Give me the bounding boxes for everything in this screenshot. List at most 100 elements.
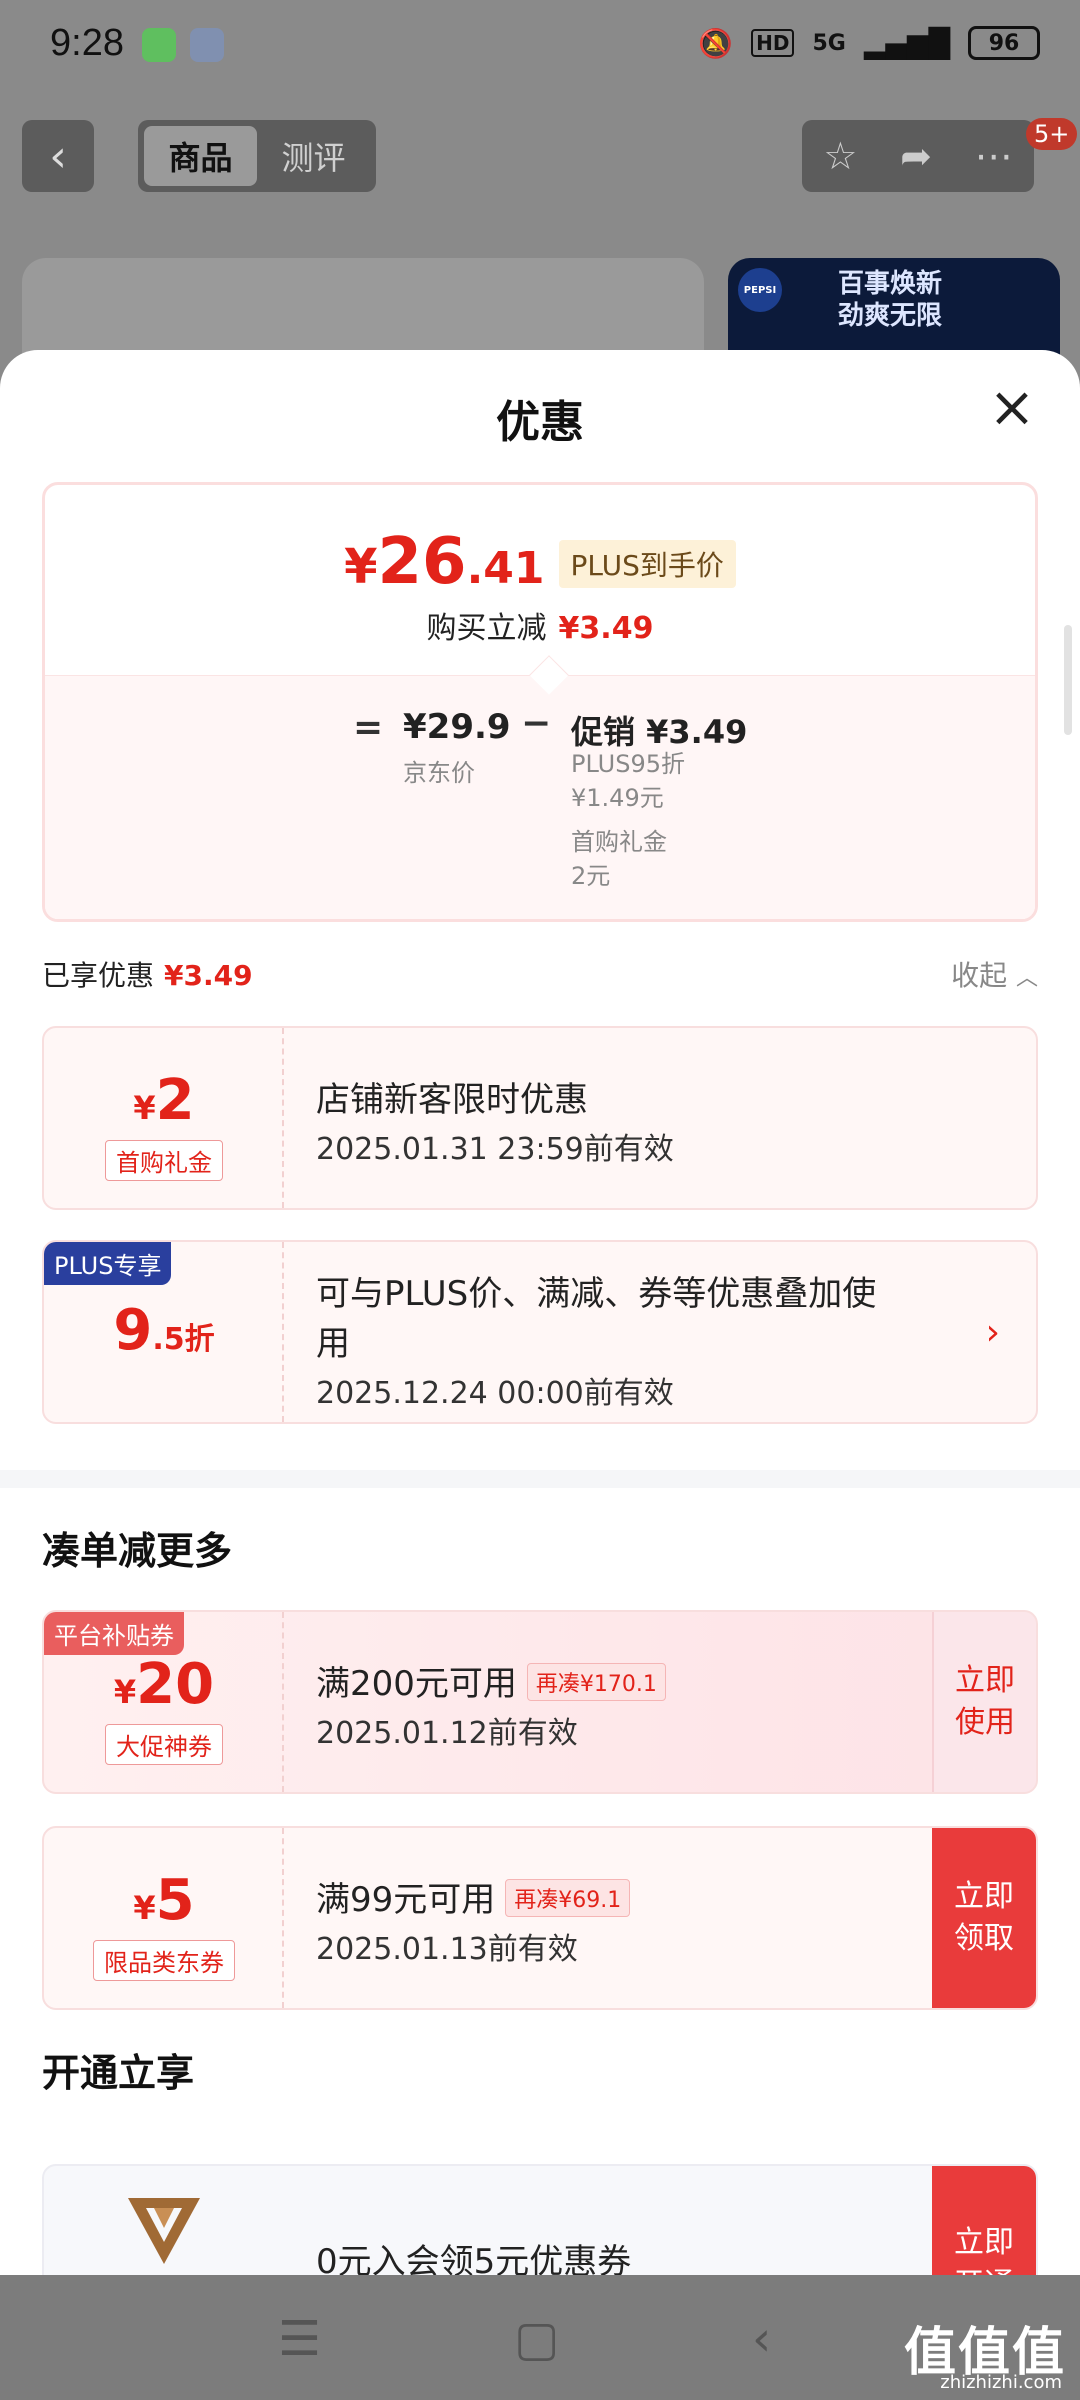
coupon-title: 满200元可用 再凑¥170.1 xyxy=(316,1656,666,1705)
promo-line: 首购礼金 xyxy=(571,828,667,856)
status-time: 9:28 xyxy=(50,22,124,64)
chevron-up-icon: ︿ xyxy=(1015,966,1038,991)
wechat-icon xyxy=(142,28,176,62)
enjoyed-label: 已享优惠 xyxy=(42,959,155,992)
final-price: ¥ 26 .41 PLUS到手价 xyxy=(45,525,1035,599)
pepsi-logo-icon: PEPSI xyxy=(738,268,782,312)
coupon-currency: ¥ xyxy=(133,1089,156,1127)
coupon-tag: 大促神券 xyxy=(105,1724,223,1765)
jd-price-label: 京东价 xyxy=(403,759,475,787)
action-line-2: 使用 xyxy=(955,1705,1015,1740)
coupon-number: 20 xyxy=(136,1652,215,1717)
coupon-left: ¥5 限品类东券 xyxy=(44,1828,284,2008)
coupon-date: 2025.01.31 23:59前有效 xyxy=(316,1132,674,1167)
segment-tabs: 商品 测评 xyxy=(138,120,376,192)
tab-review[interactable]: 测评 xyxy=(257,126,370,186)
coupon-date: 2025.12.24 00:00前有效 xyxy=(316,1376,674,1411)
close-icon[interactable]: × xyxy=(984,380,1040,436)
coupon-number: 2 xyxy=(155,1068,195,1133)
chevron-right-icon: › xyxy=(985,1312,1000,1353)
reduce-value: ¥3.49 xyxy=(558,611,654,646)
notification-badge: 5+ xyxy=(1026,118,1078,150)
banner-line-2: 劲爽无限 xyxy=(838,301,943,331)
section-more-heading: 凑单减更多 xyxy=(42,1529,233,1573)
coupon-tag-wrap: 限品类东券 xyxy=(44,1940,284,1981)
coupon-amount: ¥20 xyxy=(44,1652,284,1717)
promo-line: 2元 xyxy=(571,862,611,890)
share-icon[interactable]: ➦ xyxy=(900,134,932,178)
vip-logo-icon xyxy=(128,2198,200,2264)
use-now-button[interactable]: 立即 使用 xyxy=(932,1612,1036,1792)
section-open-heading: 开通立享 xyxy=(42,2051,195,2095)
platform-subsidy-tag: 平台补贴券 xyxy=(44,1612,184,1655)
claim-now-button[interactable]: 立即 领取 xyxy=(932,1828,1036,2008)
action-line-1: 立即 xyxy=(955,1663,1015,1698)
promo-line: PLUS95折 xyxy=(571,750,685,778)
coupon-currency: ¥ xyxy=(133,1889,156,1927)
star-icon[interactable]: ☆ xyxy=(823,134,857,178)
more-icon[interactable]: ⋯ xyxy=(975,134,1013,178)
coupon-title: 满99元可用 再凑¥69.1 xyxy=(316,1872,631,1921)
back-nav-icon[interactable]: ‹ xyxy=(752,2311,771,2367)
coupon-remaining-tag: 再凑¥69.1 xyxy=(505,1879,631,1917)
scroll-indicator[interactable] xyxy=(1064,625,1072,735)
coupon-number: 9 xyxy=(113,1298,153,1363)
action-group: ☆ ➦ ⋯ xyxy=(802,120,1034,192)
coupon-tag-wrap: 大促神券 xyxy=(44,1724,284,1765)
hd-icon: HD xyxy=(751,29,795,57)
coupon-plus-exclusive[interactable]: 9.5折 PLUS专享 可与PLUS价、满减、券等优惠叠加使 用 2025.12… xyxy=(42,1240,1038,1424)
watermark-url: zhizhizhi.com xyxy=(940,2372,1062,2393)
enjoyed-value: ¥3.49 xyxy=(164,959,253,992)
promo-line: ¥1.49元 xyxy=(571,784,664,812)
coupon-amount: ¥5 xyxy=(44,1868,284,1933)
coupon-date: 2025.01.13前有效 xyxy=(316,1932,578,1967)
back-button[interactable]: ‹ xyxy=(22,120,94,192)
action-line-1: 立即 xyxy=(954,2225,1014,2260)
plus-price-tag: PLUS到手价 xyxy=(558,540,736,588)
price-currency: ¥ xyxy=(344,539,378,595)
sheet-title: 优惠 xyxy=(496,397,584,448)
collapse-button[interactable]: 收起 ︿ xyxy=(951,954,1038,994)
plus-exclusive-tag: PLUS专享 xyxy=(44,1242,172,1285)
coupon-threshold: 满200元可用 xyxy=(316,1664,517,1704)
coupon-title-line-2: 用 xyxy=(316,1324,350,1364)
signal-icon: ▂▄▆█ xyxy=(863,26,950,60)
coupon-tag: 首购礼金 xyxy=(105,1140,223,1181)
coupon-title-line-1: 可与PLUS价、满减、券等优惠叠加使 xyxy=(316,1274,877,1314)
coupon-title: 店铺新客限时优惠 xyxy=(316,1080,588,1120)
home-icon[interactable]: ▢ xyxy=(514,2311,559,2367)
coupon-currency: ¥ xyxy=(113,1673,137,1711)
collapse-label: 收起 xyxy=(951,959,1008,992)
tab-product[interactable]: 商品 xyxy=(144,126,257,186)
section-divider xyxy=(0,1470,1080,1488)
action-line-1: 立即 xyxy=(954,1879,1014,1914)
discount-sheet: 优惠 × ¥ 26 .41 PLUS到手价 购买立减 ¥3.49 = ¥29.9 … xyxy=(0,350,1080,2275)
coupon-category: ¥5 限品类东券 满99元可用 再凑¥69.1 2025.01.13前有效 立即领… xyxy=(42,1826,1038,2010)
menu-icon[interactable]: ☰ xyxy=(278,2311,321,2367)
coupon-threshold: 满99元可用 xyxy=(316,1880,496,1920)
top-nav: ‹ 商品 测评 ☆ ➦ ⋯ xyxy=(0,118,1080,194)
reduce-label: 购买立减 xyxy=(426,611,547,646)
price-decimal: .41 xyxy=(466,543,545,594)
minus-sign: − xyxy=(521,703,552,744)
coupon-suffix: .5折 xyxy=(152,1322,215,1357)
equals-sign: = xyxy=(353,707,384,748)
coupon-platform-subsidy: ¥20 大促神券 平台补贴券 满200元可用 再凑¥170.1 2025.01.1… xyxy=(42,1610,1038,1794)
coupon-first-purchase: ¥2 首购礼金 店铺新客限时优惠 2025.01.31 23:59前有效 xyxy=(42,1026,1038,1210)
coupon-date: 2025.01.12前有效 xyxy=(316,1716,578,1751)
coupon-left: ¥2 首购礼金 xyxy=(44,1028,284,1208)
battery-icon: 96 xyxy=(968,26,1040,60)
coupon-amount: 9.5折 xyxy=(44,1298,284,1363)
banner-text: 百事焕新 劲爽无限 xyxy=(838,268,942,332)
coupon-remaining-tag: 再凑¥170.1 xyxy=(526,1663,666,1701)
coupon-tag-wrap: 首购礼金 xyxy=(44,1140,284,1181)
network-icon: 5G xyxy=(812,30,846,56)
coupon-amount: ¥2 xyxy=(44,1068,284,1133)
wrench-icon xyxy=(190,28,224,62)
enjoyed-discount: 已享优惠 ¥3.49 xyxy=(42,954,253,994)
mute-icon: 🔕 xyxy=(698,26,734,60)
instant-reduce: 购买立减 ¥3.49 xyxy=(45,603,1035,647)
action-line-2: 领取 xyxy=(954,1921,1014,1956)
status-bar: 9:28 🔕 HD 5G ▂▄▆█ 96 xyxy=(0,0,1080,90)
coupon-tag: 限品类东券 xyxy=(93,1940,235,1981)
